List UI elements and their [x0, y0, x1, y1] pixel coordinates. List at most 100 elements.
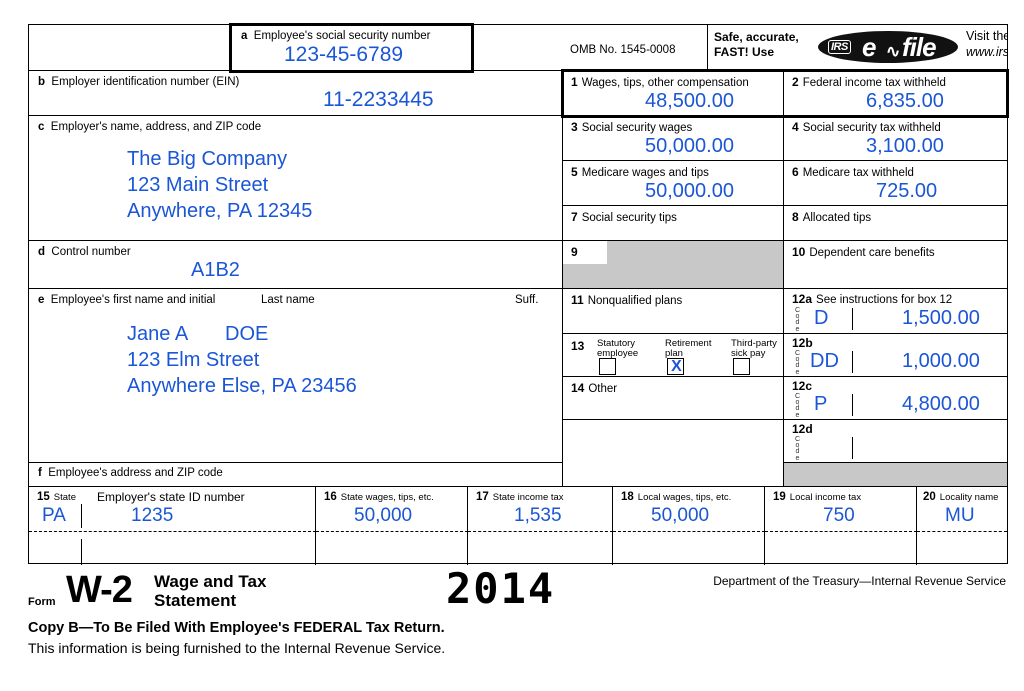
checkbox-third-party-sick-pay[interactable]: [733, 358, 750, 375]
box-3-number: 3: [571, 120, 578, 134]
box-f-employee-address: f Employee's address and ZIP code: [29, 463, 563, 487]
box-18-value[interactable]: 50,000: [651, 504, 709, 528]
box-d-value[interactable]: A1B2: [191, 258, 240, 282]
box-14-label: Other: [588, 383, 618, 395]
box-14-number: 14: [571, 381, 585, 395]
box-a-label: Employee's social security number: [253, 30, 431, 42]
box-5-value[interactable]: 50,000.00: [645, 179, 734, 203]
box-19-value[interactable]: 750: [823, 504, 855, 528]
box-12b-number: 12b: [792, 336, 813, 350]
box-4-value[interactable]: 3,100.00: [866, 134, 944, 158]
box-b-value[interactable]: 11-2233445: [323, 88, 434, 112]
box-6-medicare-tax: 6 Medicare tax withheld 725.00: [784, 161, 1007, 206]
box-1-value[interactable]: 48,500.00: [645, 89, 734, 113]
box-17-number: 17: [476, 491, 489, 503]
box-4-ss-tax: 4 Social security tax withheld 3,100.00: [784, 116, 1007, 161]
box-c-employer: c Employer's name, address, and ZIP code…: [29, 116, 563, 241]
box-20-locality-name: 20 Locality name MU: [917, 487, 1007, 565]
box-b-letter: b: [38, 76, 46, 88]
w2-form-grid: OMB No. 1545-0008 Safe, accurate, FAST! …: [28, 23, 1009, 565]
box-15-state-value[interactable]: PA: [42, 504, 66, 528]
box-12c-code-value[interactable]: P: [814, 392, 827, 416]
box-19-label: Local income tax: [789, 492, 862, 503]
box-17-state-income-tax: 17 State income tax 1,535: [468, 487, 613, 565]
box-6-label: Medicare tax withheld: [802, 167, 914, 179]
box-14-continuation: [563, 420, 784, 463]
efile-band: Safe, accurate, FAST! Use IRS e ∿ file V…: [708, 25, 1007, 71]
box-3-label: Social security wages: [581, 122, 693, 134]
box-b-label: Employer identification number (EIN): [51, 76, 240, 88]
box-18-local-wages: 18 Local wages, tips, etc. 50,000: [613, 487, 765, 565]
box-18-label: Local wages, tips, etc.: [637, 492, 732, 503]
box-12-header-label: See instructions for box 12: [816, 294, 953, 306]
box-c-line1[interactable]: The Big Company: [127, 147, 287, 171]
box-10-dependent-care: 10 Dependent care benefits: [784, 241, 1007, 289]
box-12b-amount[interactable]: 1,000.00: [902, 349, 980, 373]
box-11-label: Nonqualified plans: [587, 295, 683, 307]
box-c-line2[interactable]: 123 Main Street: [127, 173, 268, 197]
box-20-value[interactable]: MU: [945, 504, 975, 528]
box-d-letter: d: [38, 246, 46, 258]
box-15-employer-id-value[interactable]: 1235: [131, 504, 173, 528]
box-12a-number: 12a: [792, 292, 813, 306]
checkbox-statutory-employee[interactable]: [599, 358, 616, 375]
box-6-value[interactable]: 725.00: [876, 179, 937, 203]
box-a-value[interactable]: 123-45-6789: [284, 43, 403, 67]
box-15-state: 15 State Employer's state ID number PA 12…: [29, 487, 316, 565]
box-20-number: 20: [923, 491, 936, 503]
box-3-value[interactable]: 50,000.00: [645, 134, 734, 158]
w2-form-page: OMB No. 1545-0008 Safe, accurate, FAST! …: [0, 0, 1024, 691]
box-20-dashed-divider: [917, 531, 1007, 532]
box-e-line2[interactable]: 123 Elm Street: [127, 348, 259, 372]
box-e-line3[interactable]: Anywhere Else, PA 23456: [127, 374, 357, 398]
efile-logo-file-text: file: [902, 32, 937, 62]
box-12b-code: 12b C o d e DD 1,000.00: [784, 334, 1007, 377]
checkbox-retirement-plan-mark: X: [671, 358, 682, 375]
shaded-strip-above-box-20: [784, 463, 1007, 487]
box-a-ssn: a Employee's social security number 123-…: [229, 23, 474, 73]
box-d-label: Control number: [51, 246, 131, 258]
box-12b-code-value[interactable]: DD: [810, 349, 839, 373]
box-a-letter: a: [241, 30, 248, 42]
blank-strip-above-box-18: [563, 463, 784, 487]
box-16-state-wages: 16 State wages, tips, etc. 50,000: [316, 487, 468, 565]
efile-visit-line1[interactable]: Visit the IRS website at: [966, 30, 1007, 43]
box-15-state-id-divider-top: [81, 504, 82, 528]
box-12a-code-value[interactable]: D: [814, 306, 828, 330]
box-7-label: Social security tips: [581, 212, 677, 224]
box-19-local-income-tax: 19 Local income tax 750: [765, 487, 917, 565]
box-16-value[interactable]: 50,000: [354, 504, 412, 528]
box-2-number: 2: [792, 75, 799, 89]
box-17-dashed-divider: [468, 531, 612, 532]
box-19-number: 19: [773, 491, 786, 503]
box-3-ss-wages: 3 Social security wages 50,000.00: [563, 116, 784, 161]
box-2-value[interactable]: 6,835.00: [866, 89, 944, 113]
efile-logo: IRS e ∿ file: [818, 31, 958, 63]
box-9-number-plate: 9: [563, 241, 607, 264]
box-8-allocated-tips: 8 Allocated tips: [784, 206, 1007, 241]
box-12c-number: 12c: [792, 379, 813, 393]
footer-tax-year: 2014: [446, 564, 556, 613]
box-5-label: Medicare wages and tips: [581, 167, 709, 179]
omb-cell: OMB No. 1545-0008: [562, 25, 708, 71]
box-7-number: 7: [571, 210, 578, 224]
box-15-dashed-divider: [29, 531, 315, 532]
checkbox-retirement-plan[interactable]: X: [667, 358, 684, 375]
box-6-number: 6: [792, 165, 799, 179]
box-12c-amount[interactable]: 4,800.00: [902, 392, 980, 416]
omb-label: OMB No. 1545-0008: [570, 44, 676, 56]
box-16-label: State wages, tips, etc.: [340, 492, 434, 503]
box-c-line3[interactable]: Anywhere, PA 12345: [127, 199, 312, 223]
box-12a-amount[interactable]: 1,500.00: [902, 306, 980, 330]
box-12d-separator: [852, 437, 853, 459]
box-8-number: 8: [792, 210, 799, 224]
box-f-letter: f: [38, 467, 42, 479]
box-13-checkboxes: 13 Statutory employee Retirement plan X …: [563, 334, 784, 377]
box-17-value[interactable]: 1,535: [514, 504, 562, 528]
box-c-label: Employer's name, address, and ZIP code: [50, 121, 262, 133]
box-e-label-suffix: Suff.: [515, 294, 539, 306]
box-12c-code-vertical-label: C o d e: [794, 393, 801, 419]
efile-visit-url[interactable]: www.irs.gov/efile: [966, 46, 1007, 59]
box-e-first-name[interactable]: Jane A: [127, 322, 188, 346]
box-e-last-name[interactable]: DOE: [225, 322, 268, 346]
